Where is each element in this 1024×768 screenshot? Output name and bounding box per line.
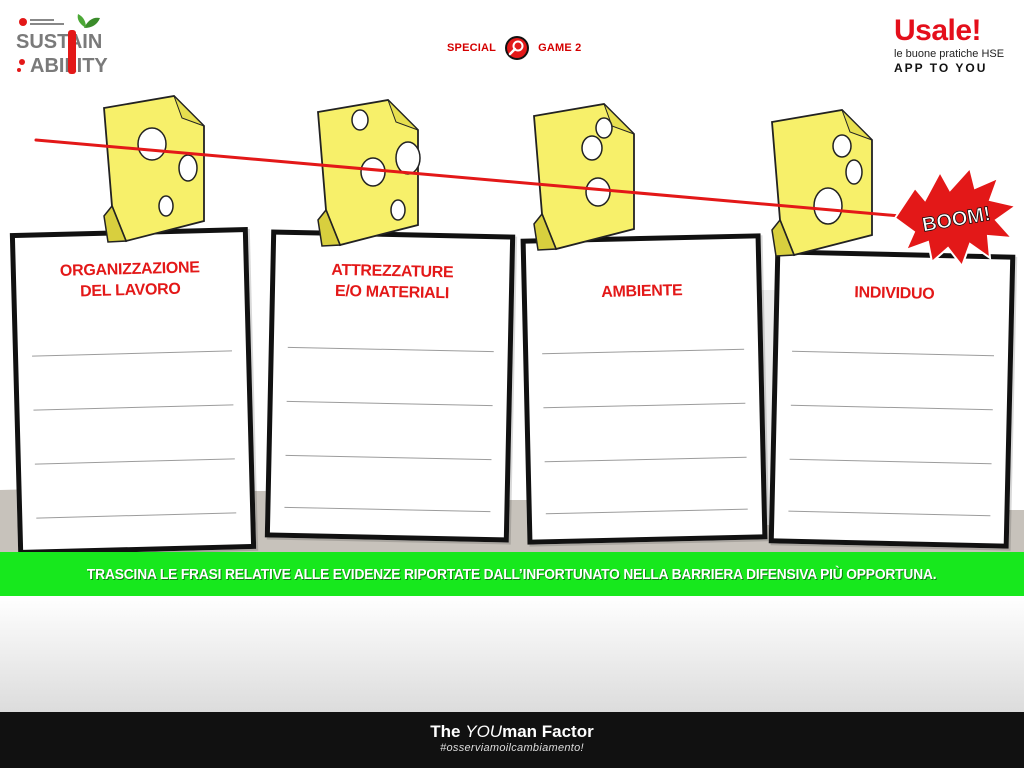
boom-burst: BOOM! [893,165,1019,269]
usale-subtitle: le buone pratiche HSE [894,48,1005,60]
answer-line [36,512,237,519]
usale-title: Usale! [894,14,982,47]
answer-line [790,404,993,411]
answer-line [285,454,492,461]
footer-title-you: YOU [465,722,503,741]
answer-line [284,506,491,513]
cheese-slice-1 [103,95,205,243]
sustainability-logo: SUSTAIN ABILITY [14,10,124,80]
answer-line [286,400,493,407]
barrier-card-individual[interactable]: INDIVIDUO [768,249,1016,549]
answer-line [789,458,992,465]
game-number-label: GAME 2 [538,42,582,54]
answer-line [542,348,745,355]
card-title: INDIVIDUO [854,284,935,303]
magnifier-icon [504,35,530,61]
cheese-slice-3 [533,103,635,251]
footer-hashtag: #osserviamoilcambiamento! [440,742,584,754]
answer-line [34,458,235,465]
answer-line [788,510,991,517]
swiss-cheese-model: BOOM! [34,95,1019,269]
footer-title-suffix: man Factor [502,722,594,741]
footer-title-prefix: The [430,722,466,741]
cheese-slice-4 [771,109,873,257]
instruction-bar: TRASCINA LE FRASI RELATIVE ALLE EVIDENZE… [0,552,1024,596]
answer-line [287,346,494,353]
logo-text-top: SUSTAIN [16,31,102,53]
footer: The YOUman Factor #osserviamoilcambiamen… [0,712,1024,768]
phrase-drop-area[interactable] [0,596,1024,712]
answer-line [33,404,234,411]
answer-line [545,508,748,515]
footer-title: The YOUman Factor [0,722,1024,742]
card-title: AMBIENTE [601,282,683,301]
usale-logo: Usale! le buone pratiche HSE APP TO YOU [894,16,1012,76]
answer-line [792,350,995,357]
answer-line [32,350,232,357]
answer-line [543,402,746,409]
game-title: SPECIAL GAME 2 [447,34,581,62]
special-label: SPECIAL [447,42,497,54]
usale-tagline: APP TO YOU [894,61,988,75]
barrier-card-environment[interactable]: AMBIENTE [520,233,768,545]
instruction-text: TRASCINA LE FRASI RELATIVE ALLE EVIDENZE… [87,565,937,583]
answer-line [544,456,747,463]
